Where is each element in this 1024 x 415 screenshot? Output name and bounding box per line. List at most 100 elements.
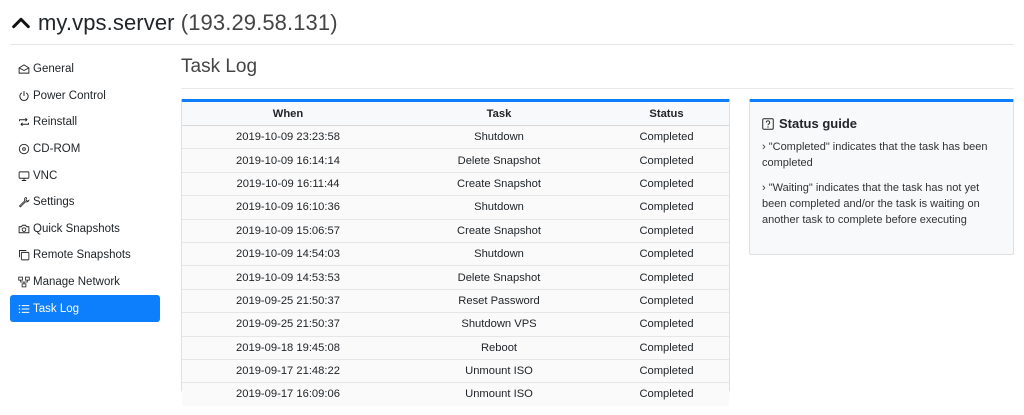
header-divider	[10, 44, 1014, 45]
cell-task: Shutdown	[394, 242, 604, 267]
cell-task: Unmount ISO	[394, 359, 604, 384]
cell-when: 2019-10-09 15:06:57	[182, 219, 394, 243]
cell-status: Completed	[604, 219, 729, 243]
envelope-open-icon	[18, 64, 30, 74]
cell-task: Create Snapshot	[394, 172, 604, 197]
cell-task: Delete Snapshot	[394, 148, 604, 173]
cell-task: Shutdown	[394, 125, 604, 150]
table-header-row: When Task Status	[182, 102, 729, 126]
sidebar-item-settings[interactable]: Settings	[10, 189, 160, 216]
sidebar-item-label: General	[33, 63, 74, 76]
sidebar-item-label: Task Log	[33, 302, 80, 315]
task-log-body: 2019-10-09 23:23:58 Shutdown Completed 2019…	[182, 125, 729, 406]
column-header-task[interactable]: Task	[394, 102, 604, 126]
cell-when: 2019-10-09 16:11:44	[182, 172, 394, 197]
cell-when: 2019-10-09 16:14:14	[182, 148, 394, 173]
column-header-when[interactable]: When	[182, 102, 394, 126]
sidebar-item-label: CD-ROM	[33, 143, 81, 156]
cell-status: Completed	[604, 195, 729, 220]
cell-when: 2019-09-17 16:09:06	[182, 382, 394, 406]
sidebar-item-label: Reinstall	[33, 116, 78, 129]
table-row: 2019-10-09 23:23:58 Shutdown Completed	[182, 125, 729, 150]
table-row: 2019-09-25 21:50:37 Shutdown VPS Completed	[182, 312, 729, 337]
guide-item-completed: › "Completed" indicates that the task ha…	[762, 141, 988, 169]
network-icon	[18, 276, 30, 288]
task-log-table: When Task Status 2019-10-09 23:23:58 Shut…	[182, 102, 729, 406]
disc-icon	[18, 143, 30, 155]
table-row: 2019-10-09 14:54:03 Shutdown Completed	[182, 242, 729, 267]
cell-status: Completed	[604, 312, 729, 337]
cell-status: Completed	[604, 265, 729, 290]
cell-task: Reset Password	[394, 289, 604, 314]
column-header-status[interactable]: Status	[604, 102, 729, 126]
sidebar-item-manage-network[interactable]: Manage Network	[10, 269, 160, 296]
guide-item-waiting: › "Waiting" indicates that the task has …	[762, 182, 980, 226]
cell-task: Reboot	[394, 336, 604, 360]
cell-task: Create Snapshot	[394, 219, 604, 243]
sidebar-item-power-control[interactable]: Power Control	[10, 83, 160, 110]
sidebar-item-vnc[interactable]: VNC	[10, 162, 160, 189]
table-row: 2019-10-09 16:10:36 Shutdown Completed	[182, 195, 729, 220]
cell-when: 2019-10-09 16:10:36	[182, 195, 394, 220]
table-row: 2019-10-09 16:11:44 Create Snapshot Comple…	[182, 172, 729, 197]
cell-status: Completed	[604, 359, 729, 384]
cell-task: Delete Snapshot	[394, 265, 604, 290]
cell-when: 2019-09-25 21:50:37	[182, 312, 394, 337]
table-row: 2019-09-17 21:48:22 Unmount ISO Completed	[182, 359, 729, 384]
task-log-card: When Task Status 2019-10-09 23:23:58 Shut…	[181, 99, 730, 406]
server-title: my.vps.server (193.29.58.131)	[38, 10, 338, 36]
table-row: 2019-09-17 16:09:06 Unmount ISO Completed	[182, 382, 729, 406]
sidebar-nav: General Power Control Reinstall CD-ROM V…	[10, 56, 160, 322]
server-ip: (193.29.58.131)	[180, 10, 338, 35]
cell-status: Completed	[604, 289, 729, 314]
monitor-icon	[18, 171, 30, 181]
cell-status: Completed	[604, 382, 729, 406]
sidebar-item-quick-snapshots[interactable]: Quick Snapshots	[10, 216, 160, 243]
server-header: my.vps.server (193.29.58.131)	[10, 8, 338, 38]
sidebar-item-label: Settings	[33, 196, 75, 209]
table-row: 2019-09-18 19:45:08 Reboot Completed	[182, 336, 729, 360]
table-row: 2019-10-09 16:14:14 Delete Snapshot Comple…	[182, 148, 729, 173]
sidebar-item-label: Quick Snapshots	[33, 222, 120, 235]
server-name: my.vps.server	[38, 10, 175, 35]
sidebar-item-general[interactable]: General	[10, 56, 160, 83]
cell-task: Shutdown	[394, 195, 604, 220]
question-square-icon	[762, 117, 774, 130]
cell-when: 2019-09-25 21:50:37	[182, 289, 394, 314]
cell-when: 2019-09-17 21:48:22	[182, 359, 394, 384]
list-icon	[18, 304, 30, 313]
cell-status: Completed	[604, 172, 729, 197]
status-guide-heading: Status guide	[762, 116, 1001, 131]
sidebar-item-remote-snapshots[interactable]: Remote Snapshots	[10, 242, 160, 269]
sidebar-item-reinstall[interactable]: Reinstall	[10, 109, 160, 136]
table-row: 2019-10-09 15:06:57 Create Snapshot Comple…	[182, 219, 729, 243]
page-title: Task Log	[181, 56, 258, 77]
wrench-icon	[18, 197, 30, 208]
chevron-up-icon[interactable]	[10, 12, 32, 34]
cell-when: 2019-10-09 23:23:58	[182, 125, 394, 150]
cell-task: Unmount ISO	[394, 382, 604, 406]
copy-icon	[19, 250, 30, 261]
sidebar-item-cd-rom[interactable]: CD-ROM	[10, 136, 160, 163]
sidebar-item-label: Remote Snapshots	[33, 249, 131, 262]
sidebar-item-label: VNC	[33, 169, 58, 182]
sidebar-item-label: Power Control	[33, 89, 106, 102]
repeat-icon	[19, 118, 29, 127]
cell-status: Completed	[604, 336, 729, 360]
table-row: 2019-10-09 14:53:53 Delete Snapshot Comple…	[182, 265, 729, 290]
cell-status: Completed	[604, 125, 729, 150]
sidebar-item-task-log[interactable]: Task Log	[10, 295, 160, 322]
cell-task: Shutdown VPS	[394, 312, 604, 337]
status-guide-card: Status guide › "Completed" indicates tha…	[749, 99, 1014, 255]
status-guide-title: Status guide	[779, 116, 858, 131]
cell-when: 2019-10-09 14:54:03	[182, 242, 394, 267]
sidebar-item-label: Manage Network	[33, 276, 120, 289]
power-icon	[19, 91, 29, 101]
cell-when: 2019-09-18 19:45:08	[182, 336, 394, 360]
cell-status: Completed	[604, 148, 729, 173]
table-row: 2019-09-25 21:50:37 Reset Password Complet…	[182, 289, 729, 314]
cell-status: Completed	[604, 242, 729, 267]
title-divider	[181, 88, 1014, 89]
cell-when: 2019-10-09 14:53:53	[182, 265, 394, 290]
camera-icon	[18, 224, 30, 234]
